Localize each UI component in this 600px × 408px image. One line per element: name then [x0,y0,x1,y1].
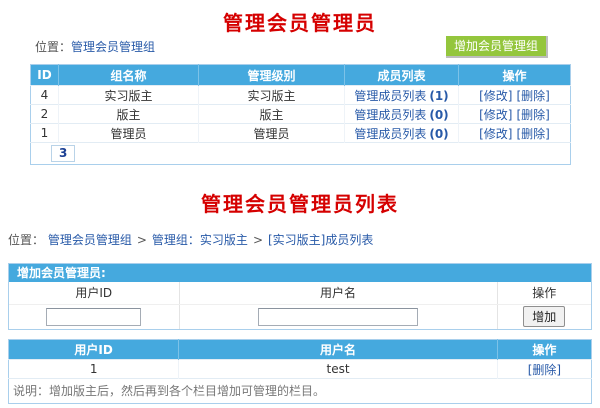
table-row: 4 实习版主 实习版主 管理成员列表(1) [修改] [删除] [31,86,571,105]
members-list-label: 管理成员列表 [354,108,426,122]
col-header-user-name: 用户名 [179,340,498,360]
cell-level: 实习版主 [199,86,345,105]
cell-id: 4 [31,86,59,105]
page-title-members-list: 管理会员管理员列表 [0,165,600,217]
pagination-row: 3 [31,143,571,165]
form-input-row: 增加 [9,304,591,329]
cell-group-name: 管理员 [59,124,199,143]
add-member-button[interactable]: 增加 [523,306,565,327]
form-col-user-id: 用户ID [9,282,179,304]
cell-members: 管理成员列表(0) [345,124,459,143]
cell-action: [删除] [497,360,591,379]
cell-actions: [修改] [删除] [459,124,571,143]
cell-members: 管理成员列表(0) [345,105,459,124]
cell-user-name: test [179,360,498,379]
edit-link[interactable]: [修改] [479,89,512,103]
breadcrumb-link-groups[interactable]: 管理会员管理组 [71,40,155,54]
add-member-form-title: 增加会员管理员: [9,264,591,282]
members-table: 用户ID 用户名 操作 1 test [删除] 说明：增加版主后，然后再到各个栏… [8,339,592,404]
col-header-user-id: 用户ID [9,340,179,360]
user-name-input[interactable] [258,308,418,326]
cell-user-id: 1 [9,360,179,379]
edit-link[interactable]: [修改] [479,127,512,141]
breadcrumb-link-groups[interactable]: 管理会员管理组 [48,233,132,247]
form-col-action: 操作 [497,282,591,304]
table-row: 1 test [删除] [9,360,592,379]
add-group-button[interactable]: 增加会员管理组 [446,36,548,58]
page-number[interactable]: 3 [51,145,75,162]
col-header-id: ID [31,65,59,86]
cell-level: 版主 [199,105,345,124]
col-header-actions: 操作 [459,65,571,86]
page-title-groups: 管理会员管理员 [0,0,600,29]
table-row: 1 管理员 管理员 管理成员列表(0) [修改] [删除] [31,124,571,143]
cell-group-name: 版主 [59,105,199,124]
cell-actions: [修改] [删除] [459,105,571,124]
note-text: 说明：增加版主后，然后再到各个栏目增加可管理的栏目。 [9,379,592,404]
breadcrumb-separator: > [253,233,263,247]
breadcrumb-row-2: 位置： 管理会员管理组 > 管理组：实习版主 > [实习版主]成员列表 [8,231,592,247]
cell-members: 管理成员列表(1) [345,86,459,105]
form-label-row: 用户ID 用户名 操作 [9,282,591,304]
cell-actions: [修改] [删除] [459,86,571,105]
col-header-members: 成员列表 [345,65,459,86]
members-table-header-row: 用户ID 用户名 操作 [9,340,592,360]
add-member-form: 增加会员管理员: 用户ID 用户名 操作 增加 [8,263,592,330]
note-row: 说明：增加版主后，然后再到各个栏目增加可管理的栏目。 [9,379,592,404]
delete-link[interactable]: [删除] [517,127,550,141]
col-header-group-name: 组名称 [59,65,199,86]
user-id-input[interactable] [46,308,141,326]
members-list-link[interactable]: 管理成员列表(1) [354,89,448,103]
members-list-link[interactable]: 管理成员列表(0) [354,108,448,122]
user-name-cell [179,304,497,329]
members-count: (0) [429,127,448,141]
delete-link[interactable]: [删除] [528,363,561,377]
col-header-action: 操作 [497,340,591,360]
cell-id: 2 [31,105,59,124]
cell-id: 1 [31,124,59,143]
user-id-cell [9,304,179,329]
delete-link[interactable]: [删除] [517,89,550,103]
members-list-label: 管理成员列表 [354,89,426,103]
pagination-cell: 3 [31,143,571,165]
breadcrumb: 位置：管理会员管理组 [35,38,155,55]
members-list-link[interactable]: 管理成员列表(0) [354,127,448,141]
members-count: (0) [429,108,448,122]
cell-group-name: 实习版主 [59,86,199,105]
breadcrumb-link-group[interactable]: 管理组：实习版主 [152,233,248,247]
breadcrumb-label: 位置： [35,40,71,54]
table-row: 2 版主 版主 管理成员列表(0) [修改] [删除] [31,105,571,124]
add-member-form-table: 用户ID 用户名 操作 增加 [9,282,591,329]
breadcrumb-separator: > [137,233,147,247]
members-count: (1) [429,89,448,103]
groups-table-header-row: ID 组名称 管理级别 成员列表 操作 [31,65,571,86]
submit-cell: 增加 [497,304,591,329]
member-groups-table: ID 组名称 管理级别 成员列表 操作 4 实习版主 实习版主 管理成员列表(1… [30,64,571,165]
delete-link[interactable]: [删除] [517,108,550,122]
edit-link[interactable]: [修改] [479,108,512,122]
form-col-user-name: 用户名 [179,282,497,304]
breadcrumb-link-member-list[interactable]: [实习版主]成员列表 [268,233,373,247]
cell-level: 管理员 [199,124,345,143]
breadcrumb-label: 位置： [8,233,44,247]
members-list-label: 管理成员列表 [354,127,426,141]
col-header-level: 管理级别 [199,65,345,86]
breadcrumb-row-1: 位置：管理会员管理组 增加会员管理组 [35,36,548,57]
